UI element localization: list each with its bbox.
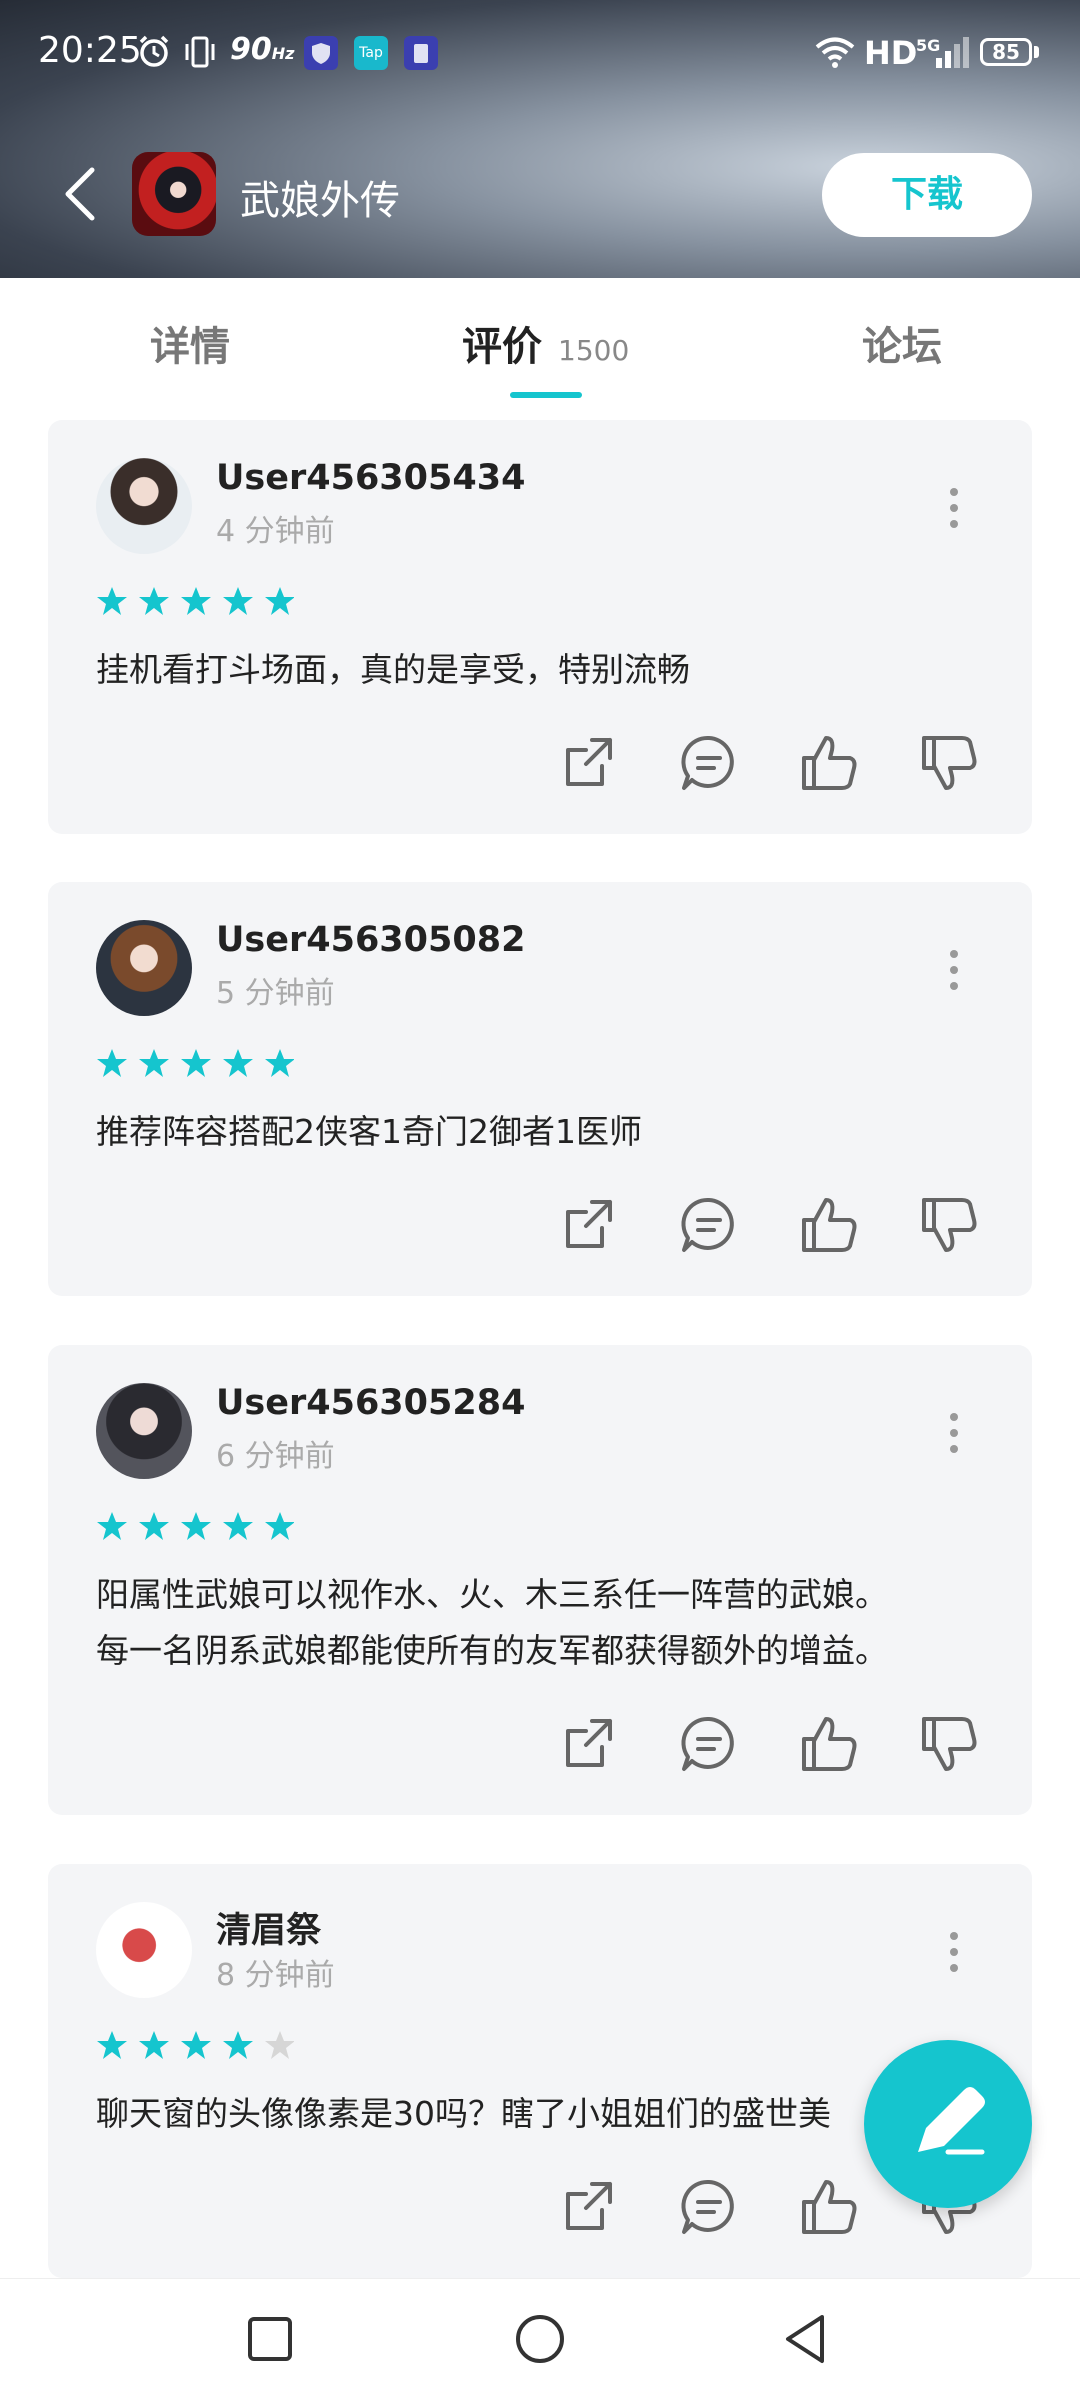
review-username[interactable]: User456305082 — [216, 920, 525, 960]
thumbs-up-icon[interactable] — [798, 1713, 860, 1775]
recent-apps-icon[interactable] — [240, 2309, 300, 2369]
share-icon[interactable] — [558, 2176, 620, 2238]
vibrate-icon — [185, 36, 215, 68]
signal-icon — [936, 37, 969, 68]
review-time: 4 分钟前 — [216, 514, 335, 549]
tab-details[interactable]: 详情 — [150, 314, 230, 372]
tab-reviews-count: 1500 — [558, 334, 630, 367]
thumbs-up-icon[interactable] — [798, 1194, 860, 1256]
back-icon[interactable] — [60, 164, 100, 224]
avatar[interactable] — [96, 458, 192, 554]
status-time: 20:25 — [38, 30, 142, 71]
tab-indicator — [510, 392, 582, 398]
tap-app-icon: Tap — [354, 36, 388, 70]
tab-bar: 详情 评价 1500 论坛 — [0, 278, 1080, 398]
tab-forum[interactable]: 论坛 — [862, 314, 942, 372]
app-header: 20:25 90Hz Tap HD 5G 85 武娘外传 下载 — [0, 0, 1080, 278]
review-username[interactable]: User456305434 — [216, 458, 525, 498]
review-actions — [558, 1194, 1018, 1264]
avatar[interactable] — [96, 1902, 192, 1998]
nav-back-icon[interactable] — [776, 2309, 836, 2369]
edit-icon — [918, 2087, 985, 2155]
clipboard-app-icon — [404, 36, 438, 70]
review-actions — [558, 732, 1018, 802]
share-icon[interactable] — [558, 1194, 620, 1256]
avatar[interactable] — [96, 1383, 192, 1479]
thumbs-down-icon[interactable] — [918, 1194, 980, 1256]
review-username[interactable]: User456305284 — [216, 1383, 525, 1423]
review-text-line: 阳属性武娘可以视作水、火、木三系任一阵营的武娘。 — [96, 1575, 888, 1614]
share-icon[interactable] — [558, 1713, 620, 1775]
download-button[interactable]: 下载 — [822, 153, 1032, 237]
review-text: 聊天窗的头像像素是30吗？瞎了小姐姐们的盛世美 — [96, 2094, 831, 2133]
avatar[interactable] — [96, 920, 192, 1016]
battery-tip — [1034, 46, 1039, 58]
review-text: 推荐阵容搭配2侠客1奇门2御者1医师 — [96, 1112, 642, 1151]
battery-indicator: 85 — [980, 38, 1032, 66]
review-card[interactable]: User456305434 4 分钟前 挂机看打斗场面，真的是享受，特别流畅 — [48, 420, 1032, 834]
tab-reviews[interactable]: 评价 1500 — [462, 314, 629, 372]
thumbs-up-icon[interactable] — [798, 732, 860, 794]
review-text-line: 每一名阴系武娘都能使所有的友军都获得额外的增益。 — [96, 1631, 888, 1670]
star-rating — [97, 2031, 294, 2059]
review-card[interactable]: User456305082 5 分钟前 推荐阵容搭配2侠客1奇门2御者1医师 — [48, 882, 1032, 1296]
more-icon[interactable] — [948, 1930, 960, 1974]
refresh-rate: 90Hz — [230, 32, 295, 67]
more-icon[interactable] — [948, 1411, 960, 1455]
more-icon[interactable] — [948, 948, 960, 992]
alarm-icon — [139, 35, 169, 67]
star-rating — [97, 1512, 294, 1540]
comment-icon[interactable] — [678, 732, 740, 794]
tab-reviews-label: 评价 — [462, 324, 542, 370]
thumbs-down-icon[interactable] — [918, 732, 980, 794]
star-rating — [97, 1049, 294, 1077]
status-bar: 20:25 90Hz Tap HD 5G 85 — [0, 0, 1080, 110]
star-rating — [97, 587, 294, 615]
review-actions — [558, 1713, 1018, 1783]
more-icon[interactable] — [948, 486, 960, 530]
comment-icon[interactable] — [678, 1194, 740, 1256]
share-icon[interactable] — [558, 732, 620, 794]
write-review-button[interactable] — [864, 2040, 1032, 2208]
comment-icon[interactable] — [678, 1713, 740, 1775]
wifi-icon — [815, 37, 855, 68]
review-card[interactable]: User456305284 6 分钟前 阳属性武娘可以视作水、火、木三系任一阵营… — [48, 1345, 1032, 1815]
shield-app-icon — [304, 36, 338, 70]
app-name: 武娘外传 — [240, 178, 400, 224]
review-username[interactable]: 清眉祭 — [216, 1902, 321, 1953]
review-time: 6 分钟前 — [216, 1439, 335, 1474]
network-hd: HD — [864, 34, 918, 72]
thumbs-up-icon[interactable] — [798, 2176, 860, 2238]
home-icon[interactable] — [510, 2309, 570, 2369]
app-icon — [132, 152, 216, 236]
review-time: 8 分钟前 — [216, 1958, 335, 1993]
review-text: 挂机看打斗场面，真的是享受，特别流畅 — [96, 650, 690, 689]
system-nav-bar — [0, 2278, 1080, 2401]
comment-icon[interactable] — [678, 2176, 740, 2238]
review-text: 阳属性武娘可以视作水、火、木三系任一阵营的武娘。 每一名阴系武娘都能使所有的友军… — [96, 1567, 996, 1679]
thumbs-down-icon[interactable] — [918, 1713, 980, 1775]
review-time: 5 分钟前 — [216, 976, 335, 1011]
